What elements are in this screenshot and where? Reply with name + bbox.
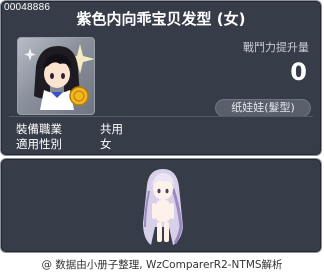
power-label: 戰鬥力提升量 [243, 41, 309, 54]
item-icon-frame [17, 37, 95, 115]
copyright-icon: @ [41, 259, 52, 271]
stat-row-gender: 適用性別 女 [16, 136, 112, 152]
item-title: 紫色内向乖宝贝发型 (女) [76, 10, 246, 28]
divider [9, 116, 313, 117]
stat-row-job: 裝備職業 共用 [16, 121, 123, 137]
avatar-preview-panel [0, 158, 322, 253]
category-badge: 纸娃娃(髮型) [215, 99, 311, 117]
footer-credit: @ 数据由小册子整理, WzComparerR2-NTMS解析 [0, 257, 324, 272]
item-icon [24, 44, 94, 110]
stat-label: 裝備職業 [16, 122, 62, 136]
item-info-panel: 00048886 紫色内向乖宝贝发型 (女) 戰鬥力提升量 0 纸娃娃(髮型) [0, 0, 322, 156]
stat-value: 共用 [100, 122, 123, 136]
credit-text: 数据由小册子整理, WzComparerR2-NTMS解析 [55, 259, 283, 271]
avatar-figure [143, 169, 183, 245]
stat-label: 適用性別 [16, 137, 62, 151]
power-value: 0 [290, 58, 307, 86]
avatar-preview [139, 167, 185, 249]
stat-value: 女 [100, 137, 112, 151]
